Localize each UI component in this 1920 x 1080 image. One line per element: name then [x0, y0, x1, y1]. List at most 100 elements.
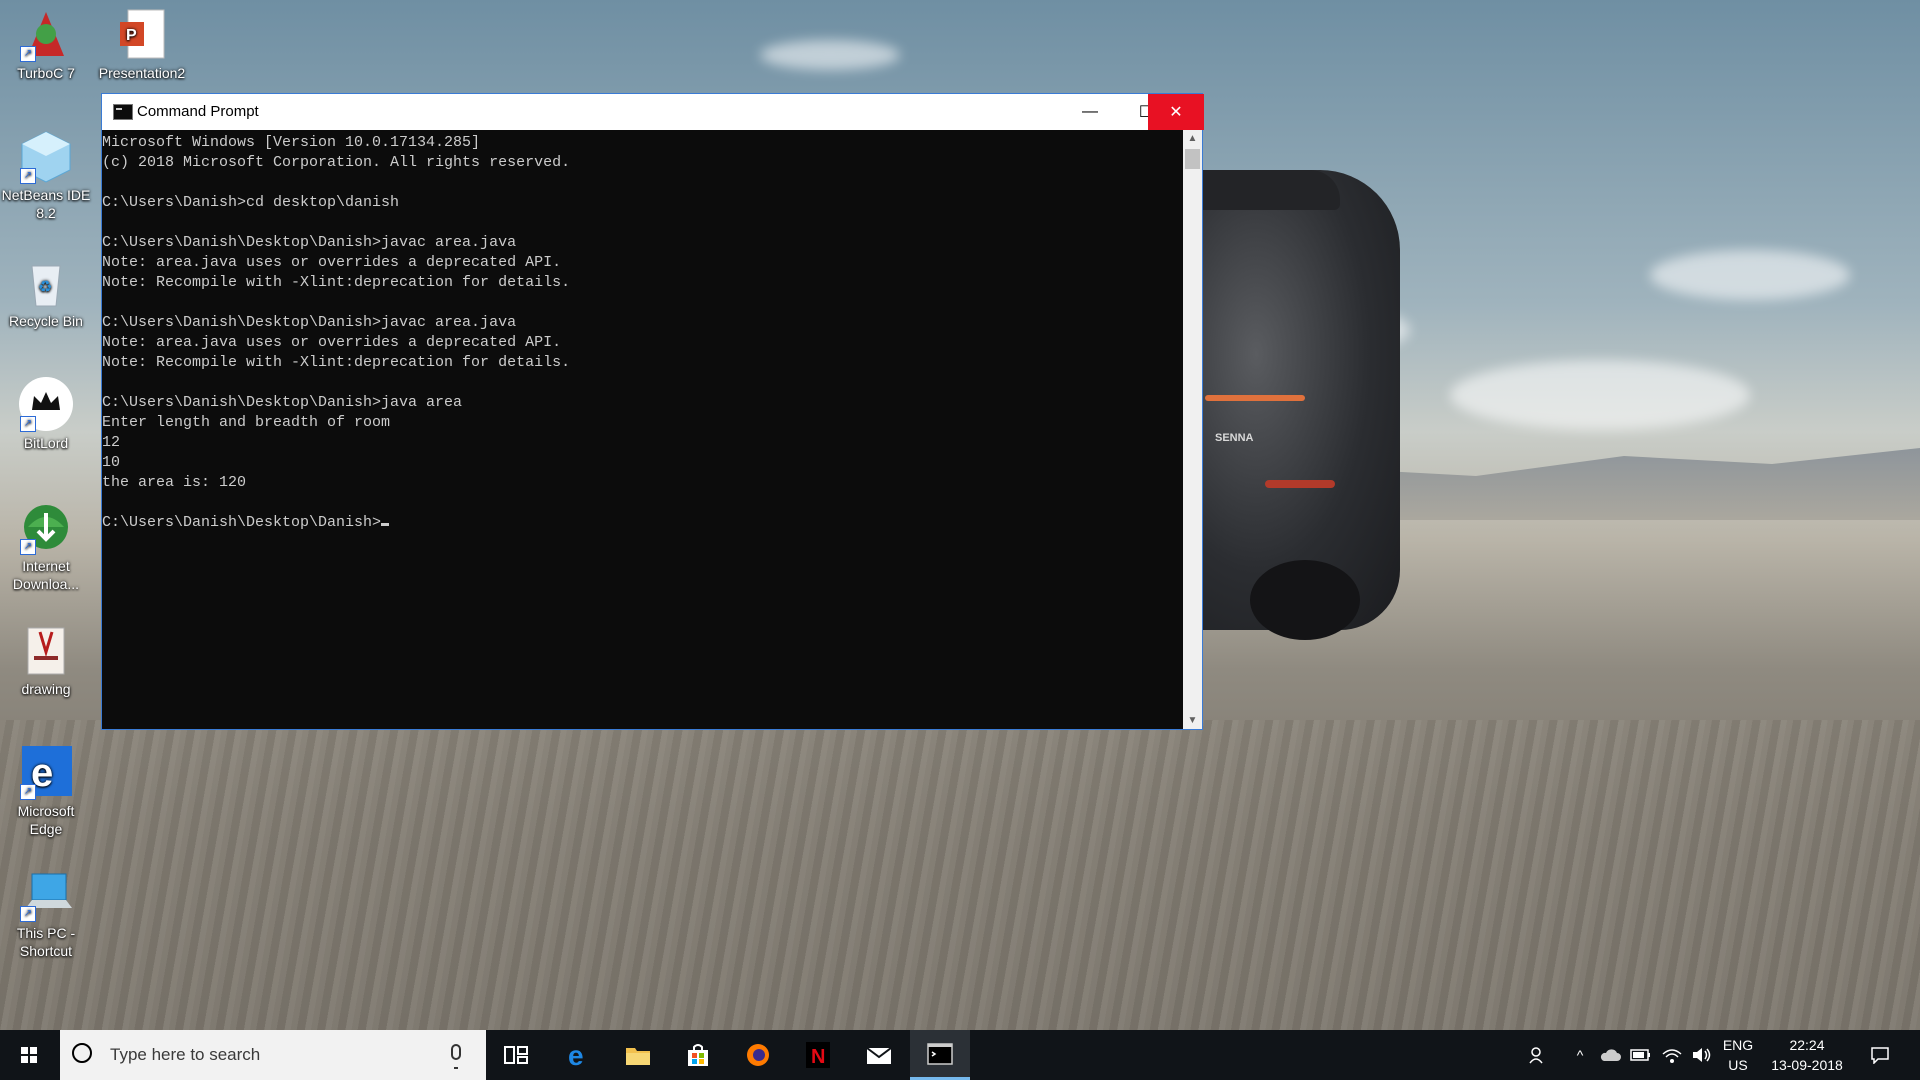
cloud-icon — [1600, 1049, 1621, 1061]
command-prompt-window[interactable]: Command Prompt — ☐ ✕ Microsoft Windows [… — [101, 93, 1204, 732]
text-cursor — [381, 523, 390, 526]
console-prompt: C:\Users\Danish\Desktop\Danish> — [102, 514, 382, 531]
taskbar-command-prompt[interactable] — [910, 1030, 970, 1080]
search-placeholder: Type here to search — [110, 1045, 261, 1064]
task-view-button[interactable] — [496, 1030, 536, 1080]
desktop-icon-bitlord[interactable]: ↗ BitLord — [1, 376, 91, 452]
console-line: C:\Users\Danish>cd desktop\danish — [102, 194, 400, 211]
window-title: Command Prompt — [137, 103, 259, 120]
console-line: Note: area.java uses or overrides a depr… — [102, 254, 562, 271]
shortcut-arrow-icon: ↗ — [20, 906, 36, 922]
desktop-icon-label: This PC - Shortcut — [16, 925, 76, 959]
console-line: the area is: 120 — [102, 474, 247, 491]
desktop-icon-drawing[interactable]: drawing — [1, 622, 91, 698]
task-view-icon — [504, 1046, 528, 1064]
taskbar: Type here to search e N ^ ENG US 22:24 1… — [0, 1030, 1920, 1080]
wifi-icon — [1662, 1049, 1682, 1063]
svg-text:e: e — [568, 1042, 584, 1068]
console-line: 12 — [102, 434, 121, 451]
desktop-icon-label: drawing — [21, 681, 71, 697]
netflix-icon: N — [806, 1042, 830, 1068]
taskbar-mail[interactable] — [855, 1030, 903, 1080]
console-line: Note: Recompile with -Xlint:deprecation … — [102, 274, 571, 291]
edge-icon: e — [568, 1042, 584, 1068]
chevron-up-icon: ^ — [1576, 1047, 1584, 1063]
console-line: Note: Recompile with -Xlint:deprecation … — [102, 354, 571, 371]
console-prompt-line[interactable]: C:\Users\Danish\Desktop\Danish> — [102, 513, 1182, 533]
windows-logo-icon — [21, 1047, 37, 1063]
console-output[interactable]: Microsoft Windows [Version 10.0.17134.28… — [102, 130, 1182, 732]
desktop-icon-this-pc[interactable]: ↗ This PC - Shortcut — [1, 866, 91, 960]
start-button[interactable] — [0, 1030, 58, 1080]
search-box[interactable]: Type here to search — [60, 1030, 486, 1080]
region-code: US — [1728, 1057, 1748, 1073]
console-line: Note: area.java uses or overrides a depr… — [102, 334, 562, 351]
shortcut-arrow-icon: ↗ — [20, 416, 36, 432]
globe-download-icon: ↗ — [18, 499, 74, 555]
shortcut-arrow-icon: ↗ — [20, 784, 36, 800]
car-badge: SENNA — [1215, 432, 1254, 444]
desktop-icon-label: BitLord — [23, 435, 69, 451]
edge-icon: e ↗ — [18, 744, 74, 800]
console-app-icon — [113, 104, 133, 120]
clock-time: 22:24 — [1789, 1037, 1825, 1053]
desktop-icon-presentation2[interactable]: P Presentation2 — [97, 6, 187, 82]
taskbar-netflix[interactable]: N — [794, 1030, 842, 1080]
desktop-icon-netbeans[interactable]: ↗ NetBeans IDE 8.2 — [1, 128, 91, 222]
taskbar-file-explorer[interactable] — [614, 1030, 662, 1080]
people-icon — [1529, 1047, 1543, 1064]
wifi-tray[interactable] — [1660, 1030, 1684, 1080]
battery-icon — [1630, 1049, 1650, 1061]
scroll-thumb[interactable] — [1185, 149, 1200, 169]
console-line: Enter length and breadth of room — [102, 414, 391, 431]
scroll-up-arrow-icon[interactable]: ▲ — [1183, 130, 1202, 147]
clock[interactable]: 22:24 13-09-2018 — [1768, 1030, 1846, 1080]
minimize-button[interactable]: — — [1062, 94, 1118, 130]
action-center-button[interactable] — [1862, 1030, 1898, 1080]
language-code: ENG — [1722, 1037, 1754, 1053]
desktop-icon-recycle-bin[interactable]: ♻ Recycle Bin — [1, 254, 91, 330]
mail-icon — [866, 1047, 892, 1064]
battery-tray[interactable] — [1629, 1030, 1653, 1080]
notification-icon — [1871, 1047, 1889, 1064]
close-button[interactable]: ✕ — [1148, 94, 1204, 130]
desktop-icon-label: Presentation2 — [98, 65, 186, 81]
clock-date: 13-09-2018 — [1771, 1057, 1843, 1073]
desktop-icon-microsoft-edge[interactable]: e ↗ Microsoft Edge — [1, 744, 91, 838]
volume-tray[interactable] — [1690, 1030, 1714, 1080]
console-line: Microsoft Windows [Version 10.0.17134.28… — [102, 134, 481, 151]
show-hidden-icons-button[interactable]: ^ — [1570, 1030, 1590, 1080]
taskbar-firefox[interactable] — [734, 1030, 782, 1080]
language-indicator[interactable]: ENG US — [1718, 1030, 1758, 1080]
recycle-bin-icon: ♻ — [18, 254, 74, 310]
svg-text:P: P — [126, 27, 137, 44]
netbeans-cube-icon: ↗ — [18, 128, 74, 184]
desktop-icon-label: Microsoft Edge — [17, 803, 75, 837]
desktop-icon-internet-download-manager[interactable]: ↗ Internet Downloa... — [1, 499, 91, 593]
scroll-down-arrow-icon[interactable]: ▼ — [1183, 712, 1202, 729]
taskbar-store[interactable] — [674, 1030, 722, 1080]
microphone-icon[interactable] — [451, 1044, 461, 1069]
desktop-icon-turboc[interactable]: ↗ TurboC 7 — [1, 6, 91, 82]
people-button[interactable] — [1525, 1030, 1551, 1080]
speaker-icon — [1693, 1048, 1711, 1062]
shortcut-arrow-icon: ↗ — [20, 539, 36, 555]
desktop-icon-label: Internet Downloa... — [12, 558, 80, 592]
folder-icon — [626, 1048, 650, 1065]
console-icon — [927, 1042, 953, 1065]
shortcut-arrow-icon: ↗ — [20, 168, 36, 184]
laptop-icon: ↗ — [18, 866, 74, 922]
desktop-icon-label: NetBeans IDE 8.2 — [1, 187, 91, 221]
onedrive-tray[interactable] — [1598, 1030, 1622, 1080]
console-line: (c) 2018 Microsoft Corporation. All righ… — [102, 154, 571, 171]
taskbar-edge[interactable]: e — [555, 1030, 603, 1080]
window-titlebar[interactable]: Command Prompt — ☐ ✕ — [102, 94, 1204, 130]
desktop-icon-label: Recycle Bin — [9, 313, 83, 329]
store-bag-icon — [688, 1044, 708, 1066]
console-line: C:\Users\Danish\Desktop\Danish>java area — [102, 394, 463, 411]
vertical-scrollbar[interactable]: ▲ ▼ — [1183, 130, 1202, 729]
